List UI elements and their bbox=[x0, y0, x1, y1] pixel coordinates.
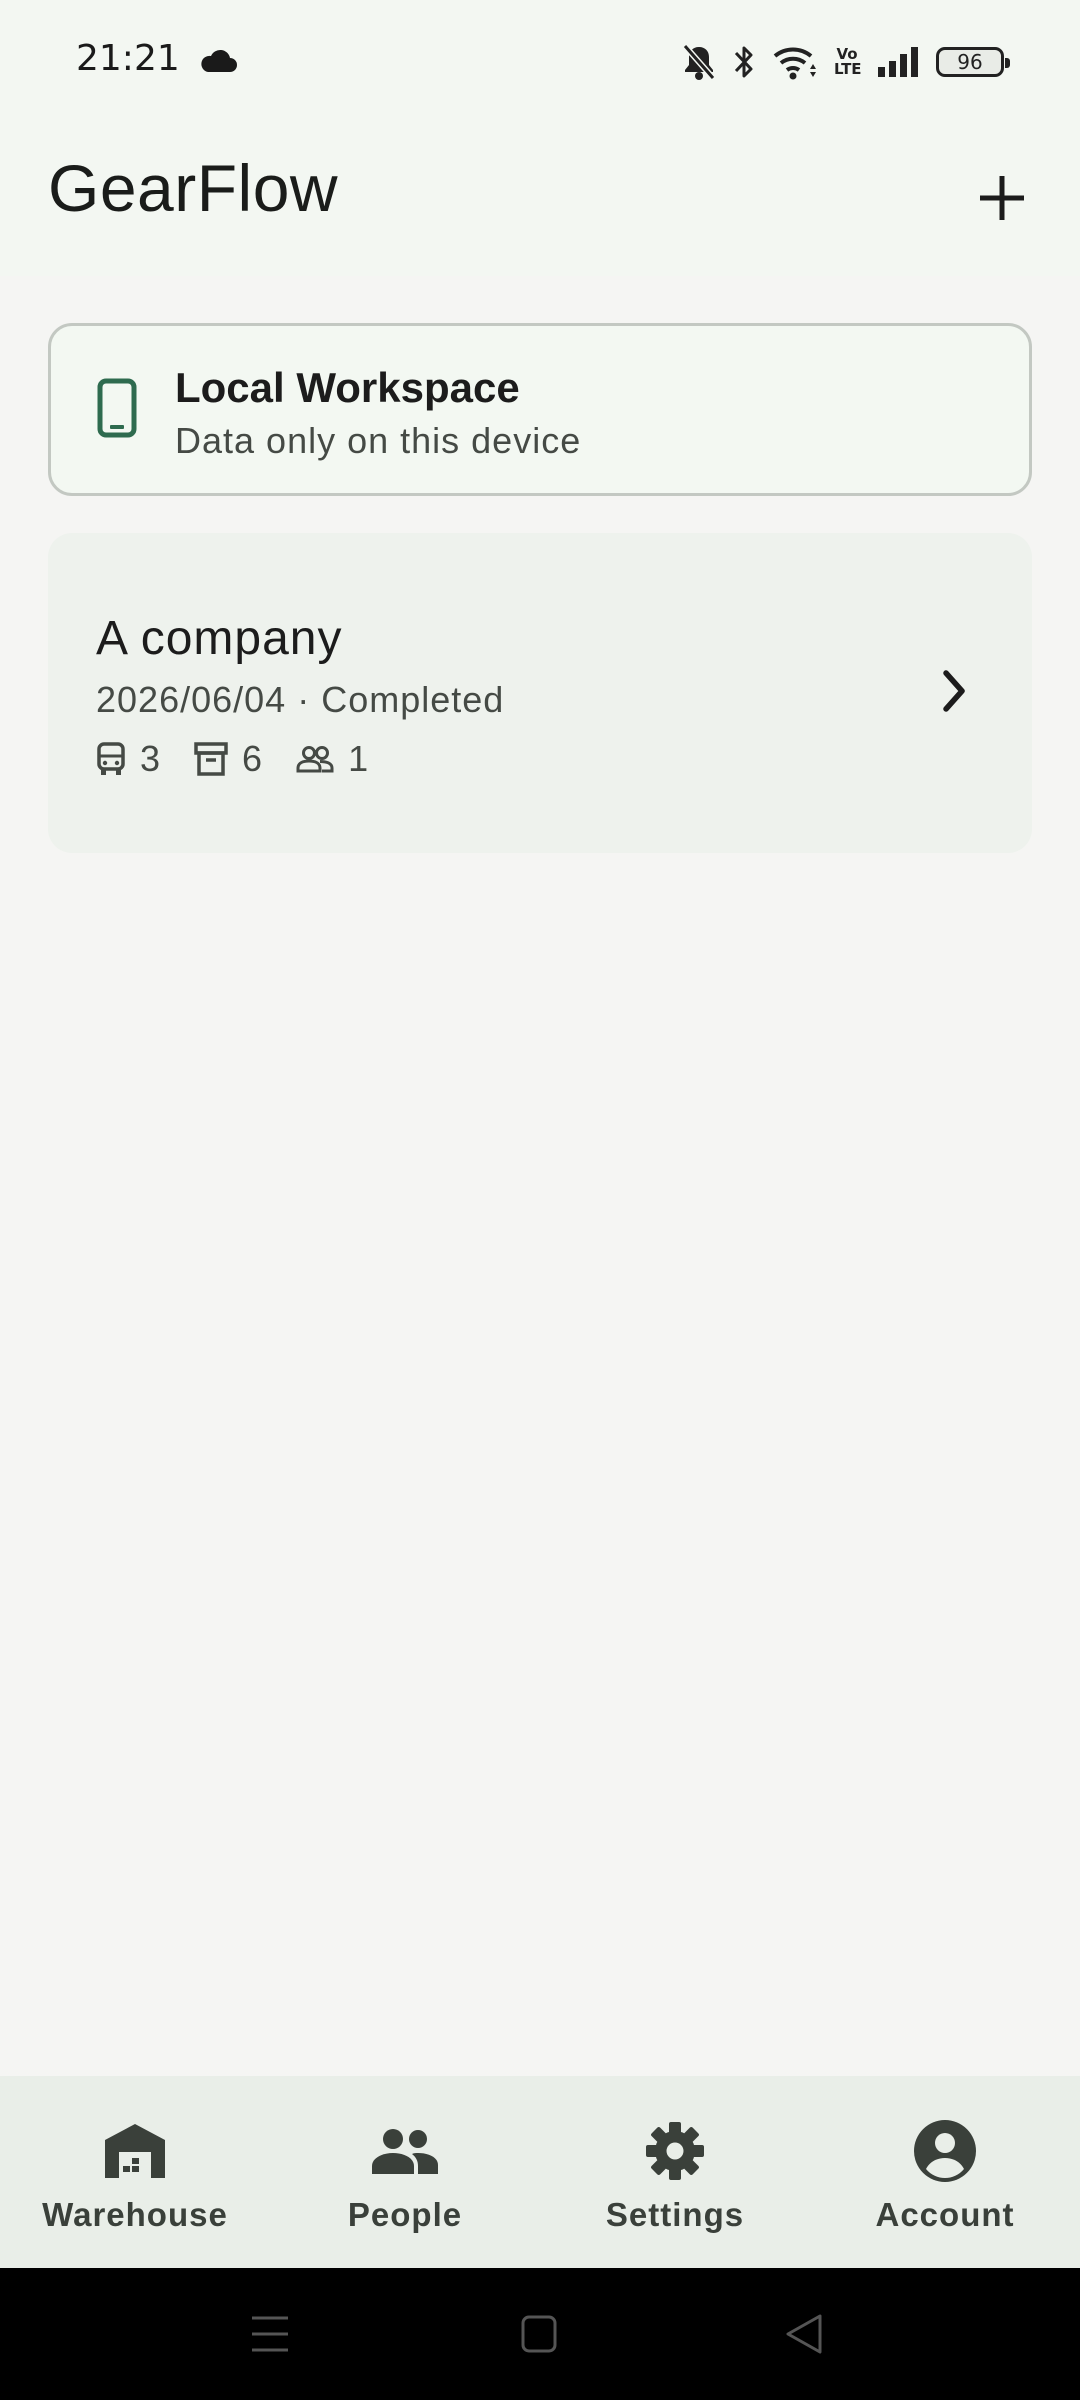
volte-bottom-label: LTE bbox=[834, 60, 862, 78]
signal-icon bbox=[878, 47, 918, 77]
nav-label-warehouse: Warehouse bbox=[42, 2196, 228, 2233]
cloud-icon bbox=[201, 49, 237, 72]
nav-label-people: People bbox=[347, 2196, 463, 2233]
app-bar: GearFlow bbox=[0, 120, 1080, 276]
bluetooth-icon bbox=[734, 46, 753, 78]
home-icon[interactable] bbox=[520, 2312, 558, 2356]
stat-boxes: 6 bbox=[194, 738, 262, 780]
battery-icon: 96 bbox=[936, 47, 1010, 77]
stat-vehicles: 3 bbox=[96, 738, 160, 780]
bell-off-icon bbox=[682, 44, 716, 80]
chevron-right-icon bbox=[943, 670, 965, 712]
battery-level: 96 bbox=[957, 50, 983, 74]
workspace-subtitle: Data only on this device bbox=[175, 420, 582, 461]
status-icons: Vo LTE 96 bbox=[682, 38, 1010, 86]
volte-icon: Vo LTE bbox=[834, 47, 862, 78]
stat-vehicles-value: 3 bbox=[140, 738, 161, 779]
stat-people: 1 bbox=[296, 738, 368, 780]
menu-icon[interactable] bbox=[250, 2312, 290, 2356]
nav-item-account[interactable]: Account bbox=[810, 2076, 1080, 2268]
project-card[interactable]: A company 2026/06/04 · Completed 3 6 1 bbox=[48, 533, 1032, 853]
stat-boxes-value: 6 bbox=[242, 738, 263, 779]
app-title: GearFlow bbox=[48, 151, 339, 225]
screen: 21:21 Vo LTE 96 GearFlow Local Workspace… bbox=[0, 0, 1080, 2400]
nav-label-settings: Settings bbox=[605, 2196, 745, 2233]
people-outline-icon bbox=[296, 746, 334, 773]
plus-icon bbox=[980, 176, 1024, 220]
system-nav-bar bbox=[0, 2268, 1080, 2400]
meta-separator: · bbox=[297, 679, 311, 720]
back-icon[interactable] bbox=[784, 2312, 824, 2356]
warehouse-icon bbox=[105, 2124, 165, 2178]
project-name: A company bbox=[96, 612, 343, 665]
bus-icon bbox=[97, 742, 125, 775]
account-circle-icon bbox=[914, 2120, 976, 2182]
workspace-card[interactable]: Local Workspace Data only on this device bbox=[48, 323, 1032, 496]
nav-item-warehouse[interactable]: Warehouse bbox=[0, 2076, 270, 2268]
archive-box-icon bbox=[194, 742, 228, 776]
bottom-nav: Warehouse People Settings Account bbox=[0, 2076, 1080, 2268]
wifi-icon bbox=[773, 47, 816, 80]
project-status: Completed bbox=[321, 679, 505, 720]
nav-label-account: Account bbox=[875, 2196, 1015, 2233]
workspace-title: Local Workspace bbox=[175, 364, 520, 411]
project-date: 2026/06/04 bbox=[96, 679, 287, 720]
nav-item-settings[interactable]: Settings bbox=[540, 2076, 810, 2268]
gear-icon bbox=[646, 2122, 704, 2180]
project-meta: 2026/06/04 · Completed bbox=[96, 679, 504, 721]
phone-icon bbox=[97, 378, 137, 438]
add-button[interactable] bbox=[960, 156, 1044, 240]
project-stats: 3 6 1 bbox=[96, 737, 402, 781]
people-icon bbox=[372, 2129, 438, 2174]
status-time: 21:21 bbox=[76, 38, 180, 79]
nav-item-people[interactable]: People bbox=[270, 2076, 540, 2268]
status-bar: 21:21 Vo LTE 96 bbox=[0, 0, 1080, 120]
stat-people-value: 1 bbox=[348, 738, 369, 779]
